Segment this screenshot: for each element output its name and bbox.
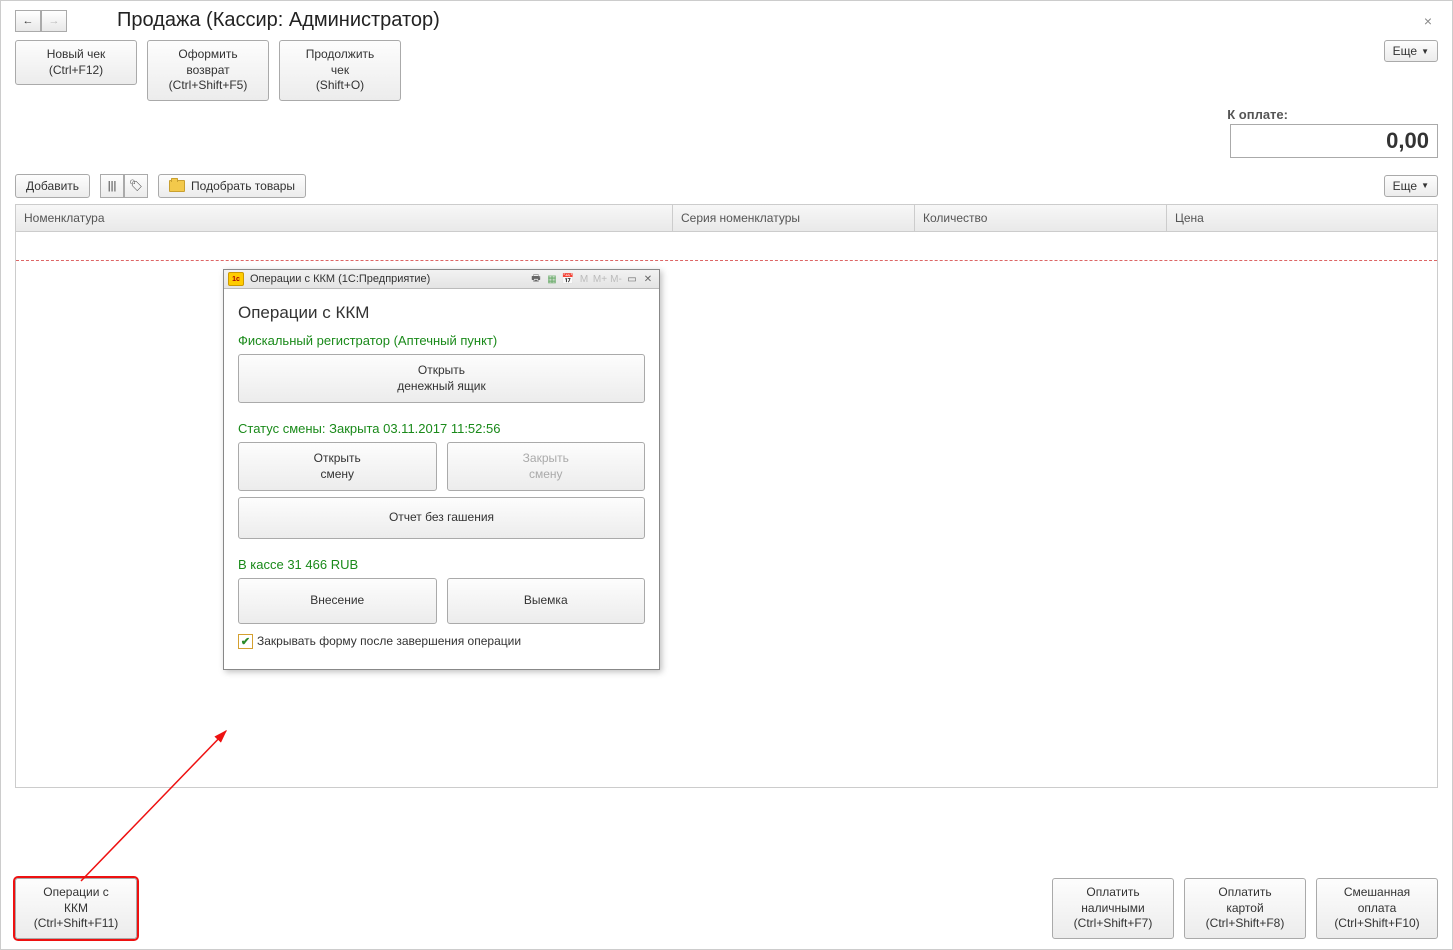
more-button-top[interactable]: Еще ▼: [1384, 40, 1438, 62]
label: Смешанная: [1327, 885, 1427, 901]
memory-m-icon[interactable]: M: [577, 272, 591, 286]
label: Оплатить: [1195, 885, 1295, 901]
label: денежный ящик: [239, 379, 644, 395]
open-drawer-button[interactable]: Открыть денежный ящик: [238, 354, 645, 403]
chevron-down-icon: ▼: [1421, 181, 1429, 190]
label: Оформить: [158, 47, 258, 63]
page-title: Продажа (Кассир: Администратор): [117, 9, 440, 32]
modal-title: Операции с ККМ (1С:Предприятие): [250, 273, 430, 285]
modal-heading: Операции с ККМ: [238, 303, 645, 323]
continue-check-button[interactable]: Продолжить чек (Shift+O): [279, 40, 401, 101]
modal-titlebar[interactable]: 1c Операции с ККМ (1С:Предприятие) 🖶 ▦ 📅…: [224, 270, 659, 289]
folder-icon: [169, 180, 185, 192]
col-nomenclature[interactable]: Номенклатура: [16, 205, 673, 231]
pay-buttons: Оплатить наличными (Ctrl+Shift+F7) Оплат…: [1052, 878, 1438, 939]
memory-mminus-icon[interactable]: M-: [609, 272, 623, 286]
label: Новый чек: [26, 47, 126, 63]
cash-buttons-row: Внесение Выемка: [238, 578, 645, 624]
label: чек: [290, 63, 390, 79]
pick-goods-button[interactable]: Подобрать товары: [158, 174, 306, 198]
shortcut: (Ctrl+Shift+F10): [1327, 916, 1427, 932]
label: Открыть: [239, 451, 436, 467]
arrow-left-icon: ←: [23, 15, 34, 27]
label: оплата: [1327, 901, 1427, 917]
withdraw-button[interactable]: Выемка: [447, 578, 646, 624]
shift-status-label: Статус смены: Закрыта 03.11.2017 11:52:5…: [238, 421, 645, 436]
shift-buttons-row: Открыть смену Закрыть смену: [238, 442, 645, 491]
col-series[interactable]: Серия номенклатуры: [673, 205, 915, 231]
modal-body: Операции с ККМ Фискальный регистратор (А…: [224, 289, 659, 669]
tag-icon[interactable]: 🏷: [124, 174, 148, 198]
forward-button[interactable]: →: [41, 10, 67, 32]
label: Открыть: [239, 363, 644, 379]
pay-amount: 0,00: [1230, 124, 1438, 158]
cash-in-drawer-label: В кассе 31 466 RUB: [238, 557, 645, 572]
logo-1c-icon: 1c: [228, 272, 244, 286]
top-bar: ← → Продажа (Кассир: Администратор) ×: [1, 1, 1452, 40]
open-shift-button[interactable]: Открыть смену: [238, 442, 437, 491]
shortcut: (Ctrl+Shift+F5): [158, 78, 258, 94]
memory-mplus-icon[interactable]: M+: [593, 272, 607, 286]
label: смену: [448, 467, 645, 483]
x-report-button[interactable]: Отчет без гашения: [238, 497, 645, 539]
close-after-checkbox-row[interactable]: ✔ Закрывать форму после завершения опера…: [238, 634, 645, 649]
add-button[interactable]: Добавить: [15, 174, 90, 198]
return-button[interactable]: Оформить возврат (Ctrl+Shift+F5): [147, 40, 269, 101]
col-price[interactable]: Цена: [1167, 205, 1437, 231]
main-window: ← → Продажа (Кассир: Администратор) × Но…: [0, 0, 1453, 950]
deposit-button[interactable]: Внесение: [238, 578, 437, 624]
calendar-icon[interactable]: 📅: [561, 272, 575, 286]
label: Подобрать товары: [191, 179, 295, 193]
shortcut: (Ctrl+F12): [26, 63, 126, 79]
pay-mixed-button[interactable]: Смешанная оплата (Ctrl+Shift+F10): [1316, 878, 1438, 939]
label: картой: [1195, 901, 1295, 917]
checkbox-label: Закрывать форму после завершения операци…: [257, 634, 521, 648]
pay-label: К оплате:: [1227, 107, 1288, 122]
main-toolbar: Новый чек (Ctrl+F12) Оформить возврат (C…: [1, 40, 1452, 107]
checkbox-checked-icon: ✔: [238, 634, 253, 649]
label: Еще: [1393, 44, 1417, 58]
kkm-operations-button[interactable]: Операции с ККМ (Ctrl+Shift+F11): [15, 878, 137, 939]
shortcut: (Ctrl+Shift+F7): [1063, 916, 1163, 932]
print-icon[interactable]: 🖶: [529, 272, 543, 286]
arrow-right-icon: →: [49, 15, 60, 27]
chevron-down-icon: ▼: [1421, 47, 1429, 56]
label: смену: [239, 467, 436, 483]
table-header: Номенклатура Серия номенклатуры Количест…: [16, 205, 1437, 232]
barcode-tools: ||| 🏷: [100, 174, 148, 198]
barcode-icon[interactable]: |||: [100, 174, 124, 198]
label: Закрыть: [448, 451, 645, 467]
shortcut: (Ctrl+Shift+F8): [1195, 916, 1295, 932]
shortcut: (Ctrl+Shift+F11): [26, 916, 126, 932]
pay-card-button[interactable]: Оплатить картой (Ctrl+Shift+F8): [1184, 878, 1306, 939]
bottom-bar: Операции с ККМ (Ctrl+Shift+F11) Оплатить…: [1, 868, 1452, 949]
nav-arrows: ← →: [15, 10, 67, 32]
label: наличными: [1063, 901, 1163, 917]
grid-icon[interactable]: ▦: [545, 272, 559, 286]
insertion-line: [16, 260, 1437, 261]
modal-minimize-icon[interactable]: ▭: [625, 272, 639, 286]
back-button[interactable]: ←: [15, 10, 41, 32]
shortcut: (Shift+O): [290, 78, 390, 94]
kkm-modal: 1c Операции с ККМ (1С:Предприятие) 🖶 ▦ 📅…: [223, 269, 660, 670]
table-toolbar: Добавить ||| 🏷 Подобрать товары Еще ▼: [1, 168, 1452, 204]
more-button-table[interactable]: Еще ▼: [1384, 175, 1438, 197]
new-check-button[interactable]: Новый чек (Ctrl+F12): [15, 40, 137, 85]
modal-title-tools: 🖶 ▦ 📅 M M+ M- ▭ ✕: [529, 272, 655, 286]
close-button[interactable]: ×: [1418, 11, 1438, 31]
label: возврат: [158, 63, 258, 79]
label: ККМ: [26, 901, 126, 917]
label: Операции с: [26, 885, 126, 901]
label: Оплатить: [1063, 885, 1163, 901]
fiscal-registrar-label: Фискальный регистратор (Аптечный пункт): [238, 333, 645, 348]
label: Еще: [1393, 179, 1417, 193]
label: Продолжить: [290, 47, 390, 63]
pay-cash-button[interactable]: Оплатить наличными (Ctrl+Shift+F7): [1052, 878, 1174, 939]
pay-block: К оплате: 0,00: [1, 107, 1452, 168]
col-quantity[interactable]: Количество: [915, 205, 1167, 231]
modal-close-icon[interactable]: ✕: [641, 272, 655, 286]
close-shift-button[interactable]: Закрыть смену: [447, 442, 646, 491]
